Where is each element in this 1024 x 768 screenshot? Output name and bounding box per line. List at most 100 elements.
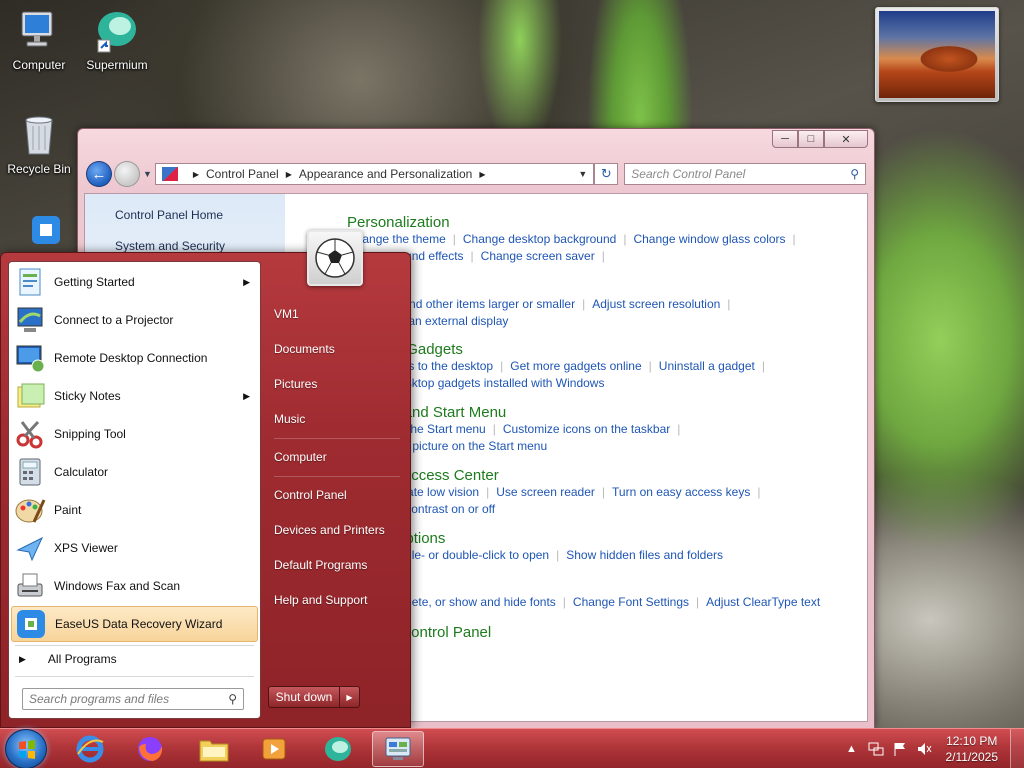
desktop-icon-label: Computer [12,58,66,72]
program-paint[interactable]: Paint [11,492,258,528]
program-easeus-data-recovery[interactable]: EaseUS Data Recovery Wizard [11,606,258,642]
program-label: Paint [54,503,82,517]
link-screen-resolution[interactable]: Adjust screen resolution [592,297,720,311]
desktop-icon-computer[interactable]: Computer [0,8,78,72]
link-taskbar-icons[interactable]: Customize icons on the taskbar [503,422,670,436]
taskbar-control-panel[interactable] [372,731,424,767]
navigation-bar: ← ▼ ▶ Control Panel ▶ Appearance and Per… [86,161,866,187]
sticky-notes-icon [14,380,46,412]
forward-button[interactable] [113,161,140,187]
separator [274,476,400,477]
breadcrumb-control-panel[interactable]: Control Panel [206,167,279,181]
taskbar: ▲ 12:10 PM 2/11/2025 [0,728,1024,768]
link-screen-reader[interactable]: Use screen reader [496,485,595,499]
place-control-panel[interactable]: Control Panel [274,488,347,502]
back-button[interactable]: ← [86,161,112,187]
desktop-icon-supermium[interactable]: Supermium [78,8,156,72]
sidebar-item-system-security[interactable]: System and Security [115,239,285,253]
program-remote-desktop[interactable]: Remote Desktop Connection [11,340,258,376]
link-uninstall-gadget[interactable]: Uninstall a gadget [659,359,755,373]
place-pictures[interactable]: Pictures [274,377,317,391]
place-documents[interactable]: Documents [274,342,335,356]
link-more-gadgets[interactable]: Get more gadgets online [510,359,641,373]
folder-icon [199,740,229,762]
program-label: Getting Started [54,275,135,289]
windows-logo-icon [19,740,35,759]
link-change-background[interactable]: Change desktop background [463,232,616,246]
taskbar-firefox[interactable] [124,731,176,767]
shutdown-options-button[interactable]: ▶ [340,686,360,708]
search-icon[interactable]: ⚲ [228,692,237,706]
category-title[interactable]: Personalization [347,214,803,231]
category-links: Change the theme | Change desktop backgrou… [347,232,796,263]
place-help-support[interactable]: Help and Support [274,593,367,607]
place-user-folder[interactable]: VM1 [274,307,299,321]
sidebar-item-home[interactable]: Control Panel Home [115,208,285,222]
program-label: Connect to a Projector [54,313,174,327]
chevron-right-icon[interactable]: ▶ [193,170,199,179]
show-desktop-button[interactable] [1010,729,1024,768]
search-control-panel-input[interactable]: Search Control Panel ⚲ [624,163,866,185]
shutdown-button[interactable]: Shut down [268,686,340,708]
control-panel-icon [385,737,411,760]
all-programs-button[interactable]: ▶ All Programs [19,652,117,666]
taskbar-supermium[interactable] [312,731,364,767]
desert-thumbnail-image [879,11,995,98]
program-fax-scan[interactable]: Windows Fax and Scan [11,568,258,604]
program-calculator[interactable]: Calculator [11,454,258,490]
submenu-arrow-icon[interactable]: ▶ [243,391,250,402]
link-access-keys[interactable]: Turn on easy access keys [612,485,750,499]
desktop-icon-recycle-bin[interactable]: Recycle Bin [0,112,78,176]
refresh-button[interactable]: ↻ [594,163,619,185]
program-label: Calculator [54,465,109,479]
action-center-flag-icon[interactable] [892,741,908,757]
link-glass-colors[interactable]: Change window glass colors [633,232,785,246]
taskbar-media-player[interactable] [248,731,300,767]
taskbar-file-explorer[interactable] [188,731,240,767]
internet-explorer-icon [76,735,104,763]
separator [15,676,254,677]
link-cleartype[interactable]: Adjust ClearType text [706,595,820,609]
remote-desktop-icon [14,342,46,374]
place-default-programs[interactable]: Default Programs [274,558,367,572]
program-label: Sticky Notes [54,389,121,403]
program-snipping-tool[interactable]: Snipping Tool [11,416,258,452]
address-bar[interactable]: ▶ Control Panel ▶ Appearance and Persona… [154,163,595,185]
show-hidden-icons-button[interactable]: ▲ [844,741,860,757]
user-account-picture[interactable] [307,230,363,286]
search-icon[interactable]: ⚲ [850,167,859,181]
close-button[interactable]: ✕ [824,130,868,148]
clock[interactable]: 12:10 PM 2/11/2025 [946,733,999,765]
submenu-arrow-icon[interactable]: ▶ [243,277,250,288]
chevron-right-icon[interactable]: ▶ [286,170,292,179]
program-connect-projector[interactable]: Connect to a Projector [11,302,258,338]
volume-muted-icon[interactable] [916,741,932,757]
category-fonts: Preview, delete, or show and hide fonts |… [347,594,820,611]
category-personalization: Personalization Change the theme | Change … [347,214,803,265]
program-sticky-notes[interactable]: Sticky Notes ▶ [11,378,258,414]
thumbnail-preview[interactable] [875,7,999,102]
search-programs-input[interactable]: Search programs and files ⚲ [22,688,244,710]
supermium-icon [325,737,351,761]
place-music[interactable]: Music [274,412,305,426]
window-controls: ─ □ ✕ [772,130,868,148]
link-hidden-files[interactable]: Show hidden files and folders [566,548,723,562]
taskbar-internet-explorer[interactable] [64,731,116,767]
network-icon[interactable] [868,741,884,757]
breadcrumb-appearance[interactable]: Appearance and Personalization [299,167,472,181]
desktop-icon-label: Supermium [86,58,148,72]
place-devices-printers[interactable]: Devices and Printers [274,523,385,537]
program-getting-started[interactable]: Getting Started ▶ [11,264,258,300]
fax-scanner-icon [14,570,46,602]
link-screen-saver[interactable]: Change screen saver [481,249,595,263]
place-computer[interactable]: Computer [274,450,327,464]
link-font-settings[interactable]: Change Font Settings [573,595,689,609]
start-button[interactable] [5,729,47,768]
program-xps-viewer[interactable]: XPS Viewer [11,530,258,566]
address-dropdown-icon[interactable]: ▼ [578,169,587,179]
recent-pages-dropdown[interactable]: ▼ [143,169,152,179]
minimize-button[interactable]: ─ [772,130,798,148]
maximize-button[interactable]: □ [798,130,824,148]
chevron-right-icon[interactable]: ▶ [479,170,485,179]
firefox-icon [138,737,163,761]
